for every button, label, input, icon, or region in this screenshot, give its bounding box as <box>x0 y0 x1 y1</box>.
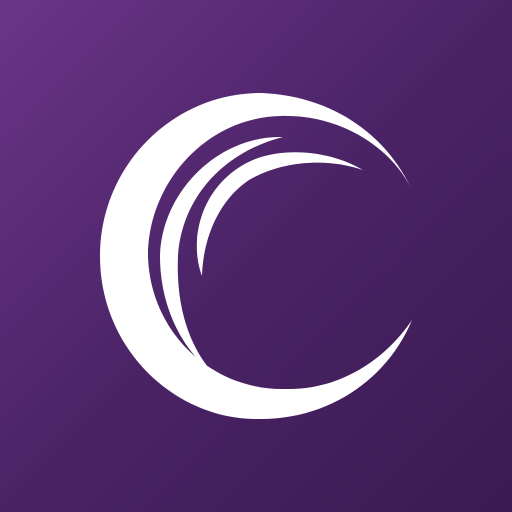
inner-crescent-stroke <box>196 152 363 276</box>
app-icon-tile <box>0 0 512 512</box>
crescent-c-logo-icon <box>100 92 412 420</box>
